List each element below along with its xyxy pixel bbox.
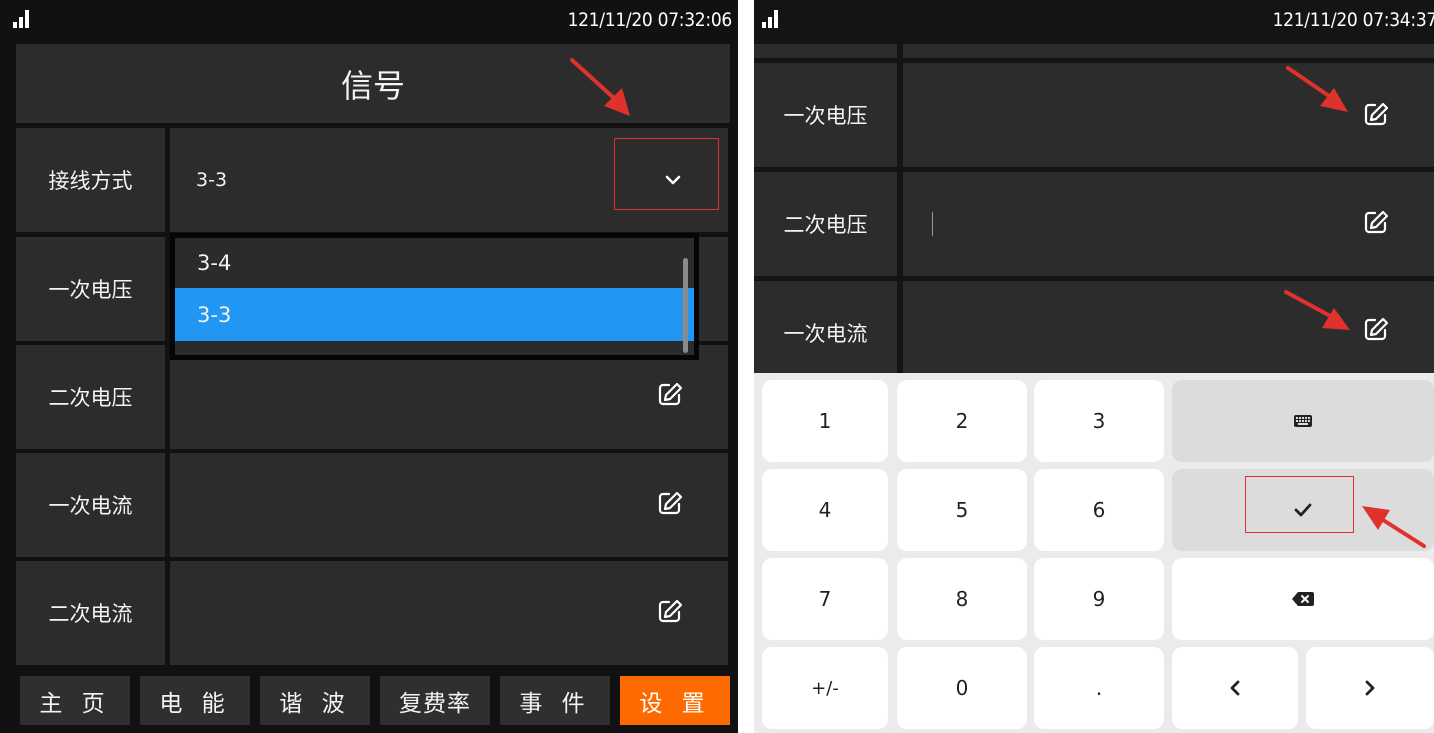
annotation-box-confirm bbox=[1245, 476, 1354, 533]
key-4[interactable]: 4 bbox=[762, 469, 888, 551]
nav-settings[interactable]: 设 置 bbox=[620, 676, 730, 725]
cursor-right-key[interactable] bbox=[1306, 647, 1434, 729]
edit-icon[interactable] bbox=[657, 598, 683, 624]
backspace-key[interactable] bbox=[1172, 558, 1434, 640]
row-value-secondary-voltage[interactable] bbox=[170, 345, 728, 449]
row-partial bbox=[903, 44, 1434, 58]
annotation-arrow bbox=[1362, 506, 1426, 548]
nav-home[interactable]: 主 页 bbox=[20, 676, 130, 725]
chevron-right-icon bbox=[1365, 680, 1375, 696]
keyboard-toggle-key[interactable] bbox=[1172, 380, 1434, 462]
left-screen: 121/11/20 07:32:06 信号 接线方式 3-3 一次电压 二次电压… bbox=[0, 0, 738, 733]
status-time: 121/11/20 07:32:06 bbox=[567, 9, 733, 31]
row-partial bbox=[754, 44, 897, 58]
signal-icon bbox=[762, 10, 784, 28]
row-label-primary-current: 一次电流 bbox=[783, 322, 868, 346]
wiring-label: 接线方式 bbox=[48, 169, 133, 193]
row-label-secondary-current: 二次电流 bbox=[48, 602, 133, 626]
status-bar: 121/11/20 07:34:37 bbox=[754, 0, 1434, 38]
edit-icon[interactable] bbox=[657, 381, 683, 407]
edit-icon[interactable] bbox=[1363, 209, 1389, 235]
edit-icon[interactable] bbox=[657, 490, 683, 516]
edit-icon[interactable] bbox=[1363, 101, 1389, 127]
key-6[interactable]: 6 bbox=[1034, 469, 1164, 551]
annotation-box-dropdown bbox=[614, 138, 719, 210]
key-5[interactable]: 5 bbox=[897, 469, 1027, 551]
row-label-primary-current: 一次电流 bbox=[48, 494, 133, 518]
wiring-value: 3-3 bbox=[196, 169, 228, 191]
nav-events[interactable]: 事 件 bbox=[500, 676, 610, 725]
keyboard-icon bbox=[1294, 415, 1312, 427]
row-value-primary-voltage[interactable] bbox=[903, 63, 1434, 167]
annotation-arrow bbox=[570, 58, 630, 116]
row-value-primary-current[interactable] bbox=[170, 453, 728, 557]
key-9[interactable]: 9 bbox=[1034, 558, 1164, 640]
edit-icon[interactable] bbox=[1363, 316, 1389, 342]
text-cursor bbox=[932, 212, 933, 236]
wiring-dropdown-list: 3-4 3-3 bbox=[170, 233, 699, 360]
row-value-secondary-voltage[interactable] bbox=[903, 172, 1434, 276]
dropdown-option[interactable]: 3-4 bbox=[175, 238, 694, 288]
key-3[interactable]: 3 bbox=[1034, 380, 1164, 462]
key-2[interactable]: 2 bbox=[897, 380, 1027, 462]
annotation-arrow bbox=[1284, 290, 1350, 330]
backspace-icon bbox=[1292, 592, 1314, 606]
cursor-left-key[interactable] bbox=[1172, 647, 1298, 729]
key-1[interactable]: 1 bbox=[762, 380, 888, 462]
right-screen: 121/11/20 07:34:37 一次电压 二次电压 一次电流 1 2 3 bbox=[754, 0, 1434, 733]
nav-energy[interactable]: 电 能 bbox=[140, 676, 250, 725]
key-sign[interactable]: +/- bbox=[762, 647, 888, 729]
chevron-left-icon bbox=[1230, 680, 1240, 696]
status-time: 121/11/20 07:34:37 bbox=[1272, 9, 1434, 31]
row-label-secondary-voltage: 二次电压 bbox=[783, 213, 868, 237]
key-7[interactable]: 7 bbox=[762, 558, 888, 640]
row-value-secondary-current[interactable] bbox=[170, 561, 728, 665]
key-decimal[interactable]: . bbox=[1034, 647, 1164, 729]
dropdown-scrollbar[interactable] bbox=[683, 258, 688, 353]
status-bar: 121/11/20 07:32:06 bbox=[0, 0, 738, 38]
key-0[interactable]: 0 bbox=[897, 647, 1027, 729]
dropdown-option-selected[interactable]: 3-3 bbox=[175, 288, 694, 341]
row-label-primary-voltage: 一次电压 bbox=[783, 104, 868, 128]
key-8[interactable]: 8 bbox=[897, 558, 1027, 640]
nav-multi-rate[interactable]: 复费率 bbox=[380, 676, 490, 725]
signal-icon bbox=[13, 10, 35, 28]
row-label-primary-voltage: 一次电压 bbox=[48, 278, 133, 302]
nav-harmonics[interactable]: 谐 波 bbox=[260, 676, 370, 725]
row-label-secondary-voltage: 二次电压 bbox=[48, 386, 133, 410]
annotation-arrow bbox=[1286, 66, 1348, 112]
numeric-keypad: 1 2 3 4 5 6 7 8 9 +/- 0 . bbox=[754, 373, 1434, 733]
